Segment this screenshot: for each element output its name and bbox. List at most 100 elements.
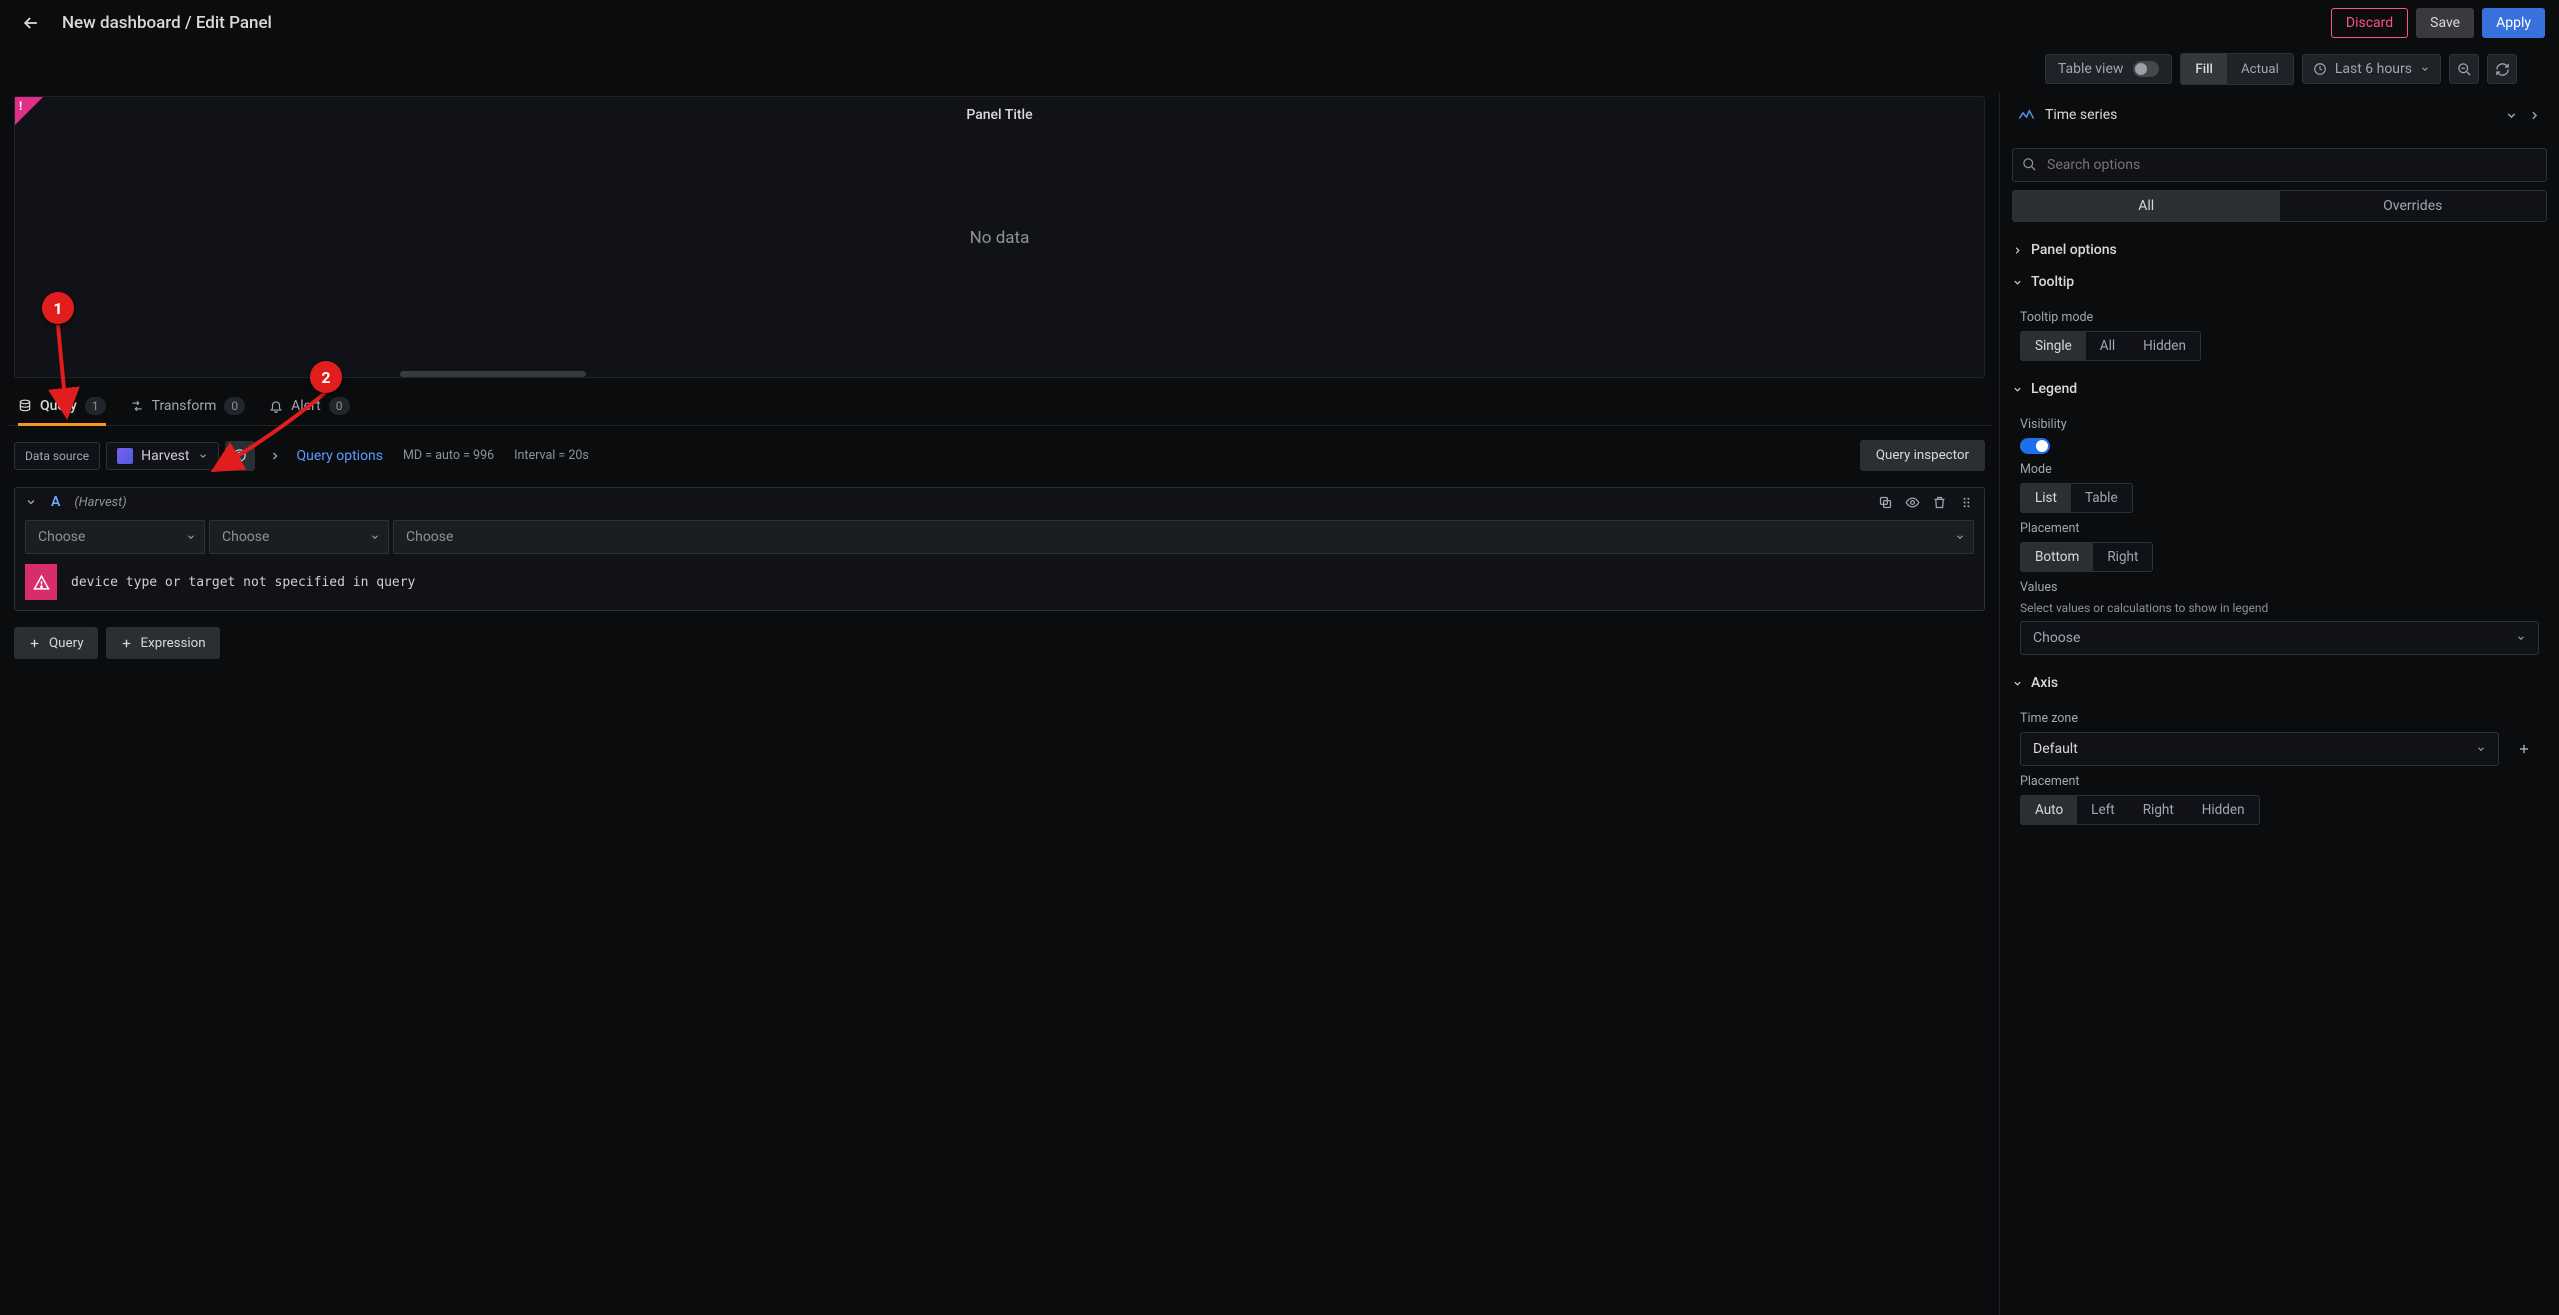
plus-icon bbox=[2517, 742, 2531, 756]
axis-hidden[interactable]: Hidden bbox=[2188, 796, 2259, 824]
plus-icon bbox=[28, 637, 41, 650]
tooltip-hidden[interactable]: Hidden bbox=[2129, 332, 2200, 360]
query-meta-md: MD = auto = 996 bbox=[403, 448, 494, 463]
legend-placement-group: Bottom Right bbox=[2020, 542, 2153, 572]
horizontal-scrollbar[interactable] bbox=[400, 371, 586, 377]
zoom-out-button[interactable] bbox=[2449, 54, 2479, 84]
axis-left[interactable]: Left bbox=[2077, 796, 2129, 824]
chevron-down-icon[interactable] bbox=[25, 496, 37, 508]
fill-button[interactable]: Fill bbox=[2181, 54, 2227, 84]
zoom-out-icon bbox=[2457, 62, 2472, 77]
chevron-down-icon bbox=[2516, 633, 2526, 643]
axis-tz-add[interactable] bbox=[2509, 734, 2539, 764]
legend-values-label: Values bbox=[2020, 580, 2539, 595]
tab-query-count: 1 bbox=[85, 397, 106, 415]
search-options-input[interactable] bbox=[2012, 148, 2547, 182]
legend-list[interactable]: List bbox=[2021, 484, 2071, 512]
trash-icon[interactable] bbox=[1932, 495, 1947, 510]
query-ds-hint: (Harvest) bbox=[74, 495, 126, 510]
panel-title: Panel Title bbox=[15, 97, 1984, 133]
database-icon bbox=[18, 399, 32, 413]
panel-error-corner[interactable] bbox=[15, 97, 43, 125]
add-expression-button[interactable]: Expression bbox=[106, 627, 220, 659]
tooltip-single[interactable]: Single bbox=[2021, 332, 2086, 360]
clock-icon bbox=[2313, 62, 2327, 76]
toggle-track bbox=[2133, 61, 2159, 77]
legend-visibility-switch[interactable] bbox=[2020, 438, 2050, 454]
legend-table[interactable]: Table bbox=[2071, 484, 2132, 512]
chevron-down-icon bbox=[2476, 744, 2486, 754]
chevron-right-icon bbox=[2012, 245, 2023, 256]
tab-transform-count: 0 bbox=[224, 397, 245, 415]
section-legend[interactable]: Legend bbox=[2000, 373, 2559, 405]
breadcrumb: New dashboard / Edit Panel bbox=[62, 13, 272, 33]
save-button[interactable]: Save bbox=[2416, 8, 2474, 38]
transform-icon bbox=[130, 399, 144, 413]
error-icon bbox=[25, 564, 57, 600]
section-tooltip[interactable]: Tooltip bbox=[2000, 266, 2559, 298]
data-source-picker[interactable]: Harvest bbox=[106, 442, 218, 470]
copy-icon[interactable] bbox=[1878, 495, 1893, 510]
chevron-down-icon bbox=[2420, 64, 2430, 74]
tab-alert-label: Alert bbox=[291, 398, 321, 414]
tooltip-all[interactable]: All bbox=[2086, 332, 2129, 360]
query-select-2[interactable]: Choose bbox=[209, 520, 389, 554]
legend-values-select[interactable]: Choose bbox=[2020, 621, 2539, 655]
section-axis[interactable]: Axis bbox=[2000, 667, 2559, 699]
chevron-down-icon bbox=[370, 532, 380, 542]
legend-bottom[interactable]: Bottom bbox=[2021, 543, 2093, 571]
apply-button[interactable]: Apply bbox=[2482, 8, 2545, 38]
query-options-link[interactable]: Query options bbox=[297, 448, 384, 464]
chevron-right-icon[interactable] bbox=[269, 450, 281, 462]
axis-tz-label: Time zone bbox=[2020, 711, 2539, 726]
chevron-down-icon[interactable] bbox=[2505, 109, 2518, 122]
actual-button[interactable]: Actual bbox=[2227, 54, 2293, 84]
time-range-picker[interactable]: Last 6 hours bbox=[2302, 54, 2441, 84]
query-error-text: device type or target not specified in q… bbox=[71, 575, 415, 590]
drag-handle-icon[interactable] bbox=[1959, 495, 1974, 510]
tab-query[interactable]: Query 1 bbox=[18, 386, 106, 425]
chevron-down-icon bbox=[2012, 384, 2023, 395]
add-query-button[interactable]: Query bbox=[14, 627, 98, 659]
alert-triangle-icon bbox=[33, 574, 50, 591]
legend-visibility-label: Visibility bbox=[2020, 417, 2539, 432]
tab-transform[interactable]: Transform 0 bbox=[130, 386, 246, 425]
no-data-label: No data bbox=[15, 228, 1984, 248]
chevron-down-icon bbox=[186, 532, 196, 542]
tooltip-mode-label: Tooltip mode bbox=[2020, 310, 2539, 325]
data-source-name: Harvest bbox=[141, 448, 189, 464]
legend-right[interactable]: Right bbox=[2093, 543, 2152, 571]
axis-tz-select[interactable]: Default bbox=[2020, 732, 2499, 766]
axis-auto[interactable]: Auto bbox=[2021, 796, 2077, 824]
query-select-3[interactable]: Choose bbox=[393, 520, 1974, 554]
back-button[interactable] bbox=[14, 6, 48, 40]
discard-button[interactable]: Discard bbox=[2331, 8, 2408, 38]
refresh-button[interactable] bbox=[2487, 54, 2517, 84]
eye-icon[interactable] bbox=[1905, 495, 1920, 510]
timeseries-icon bbox=[2018, 108, 2035, 122]
query-inspector-button[interactable]: Query inspector bbox=[1860, 440, 1985, 471]
query-select-1[interactable]: Choose bbox=[25, 520, 205, 554]
visualization-picker[interactable]: Time series bbox=[2018, 107, 2117, 123]
plus-icon bbox=[120, 637, 133, 650]
legend-values-desc: Select values or calculations to show in… bbox=[2020, 601, 2539, 615]
chevron-right-icon[interactable] bbox=[2528, 109, 2541, 122]
tab-alert[interactable]: Alert 0 bbox=[269, 386, 349, 425]
axis-right[interactable]: Right bbox=[2129, 796, 2188, 824]
tab-alert-count: 0 bbox=[329, 397, 350, 415]
data-source-help-button[interactable] bbox=[225, 441, 255, 471]
query-tabs: Query 1 Transform 0 Alert 0 bbox=[8, 386, 1991, 426]
section-panel-options[interactable]: Panel options bbox=[2000, 234, 2559, 266]
chevron-down-icon bbox=[2012, 678, 2023, 689]
mode-overrides[interactable]: Overrides bbox=[2280, 191, 2547, 221]
options-mode-switch: All Overrides bbox=[2012, 190, 2547, 222]
tab-transform-label: Transform bbox=[152, 398, 217, 414]
refresh-icon bbox=[2495, 62, 2510, 77]
table-view-toggle[interactable]: Table view bbox=[2045, 54, 2173, 84]
chevron-down-icon bbox=[2012, 277, 2023, 288]
mode-all[interactable]: All bbox=[2013, 191, 2280, 221]
tab-query-label: Query bbox=[40, 398, 77, 414]
arrow-left-icon bbox=[21, 13, 41, 33]
query-meta-interval: Interval = 20s bbox=[514, 448, 589, 463]
question-icon bbox=[232, 448, 247, 463]
